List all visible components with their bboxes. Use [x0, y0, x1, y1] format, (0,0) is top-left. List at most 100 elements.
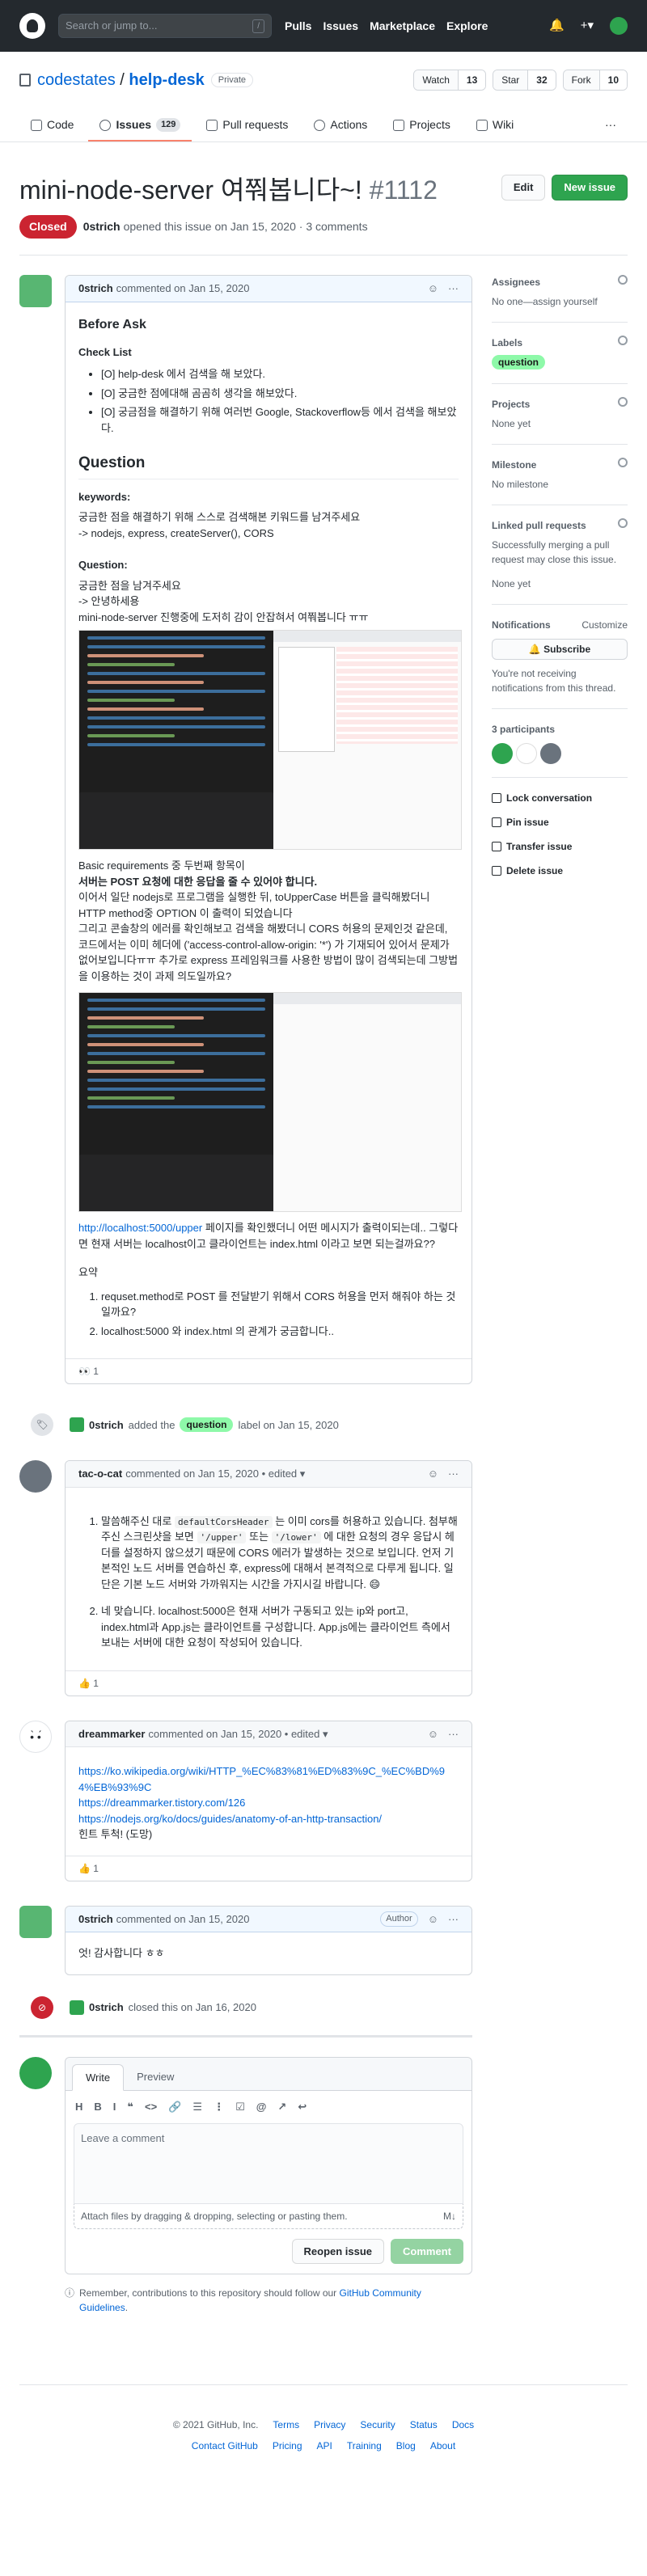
reference-icon[interactable]: ↗ — [277, 2099, 286, 2115]
gear-icon[interactable] — [618, 336, 628, 346]
comment-date[interactable]: commented on Jan 15, 2020 — [116, 281, 250, 297]
assign-yourself-link[interactable]: No one—assign yourself — [492, 294, 628, 309]
kebab-icon[interactable]: ··· — [448, 1726, 459, 1742]
mention-icon[interactable]: @ — [256, 2099, 267, 2115]
comment-author[interactable]: 0strich — [78, 281, 113, 297]
gear-icon[interactable] — [618, 396, 628, 407]
footer-link[interactable]: Blog — [396, 2439, 416, 2453]
avatar[interactable]: •̀ •́ — [19, 1720, 52, 1753]
tab-issues[interactable]: Issues 129 — [88, 110, 192, 141]
bold-icon[interactable]: B — [94, 2099, 101, 2115]
gear-icon[interactable] — [618, 275, 628, 285]
comment-button[interactable]: Comment — [391, 2238, 463, 2265]
footer-link[interactable]: Status — [410, 2418, 438, 2432]
tab-preview[interactable]: Preview — [124, 2064, 187, 2091]
avatar[interactable] — [19, 275, 52, 308]
repo-name[interactable]: help-desk — [129, 68, 204, 92]
tab-code[interactable]: Code — [19, 110, 85, 141]
kebab-icon[interactable]: ··· — [448, 1911, 459, 1928]
heading-icon[interactable]: H — [75, 2099, 82, 2115]
question-label[interactable]: question — [492, 355, 545, 370]
smiley-icon[interactable]: ☺ — [428, 1726, 438, 1742]
fork-count[interactable]: 10 — [598, 70, 627, 90]
comment-textarea[interactable]: Leave a comment — [74, 2122, 463, 2204]
fork-button[interactable]: Fork 10 — [562, 70, 628, 91]
footer-link[interactable]: Privacy — [314, 2418, 345, 2432]
smiley-icon[interactable]: ☺ — [428, 281, 438, 297]
screenshot-image[interactable] — [78, 630, 462, 851]
new-issue-button[interactable]: New issue — [552, 175, 628, 201]
footer-link[interactable]: Training — [347, 2439, 382, 2453]
avatar[interactable] — [19, 2056, 52, 2089]
numbered-list-icon[interactable]: ⋮ — [214, 2099, 224, 2115]
issue-author[interactable]: 0strich — [83, 218, 121, 235]
kebab-icon[interactable]: ··· — [448, 281, 459, 297]
attach-files-hint[interactable]: Attach files by dragging & dropping, sel… — [81, 2209, 348, 2223]
tab-actions[interactable]: Actions — [302, 110, 378, 141]
markdown-icon[interactable]: M↓ — [443, 2209, 456, 2223]
reaction-thumbs-up[interactable]: 👍 1 — [78, 1863, 99, 1874]
tab-wiki[interactable]: Wiki — [465, 110, 525, 141]
watch-button[interactable]: Watch 13 — [413, 70, 487, 91]
avatar[interactable] — [70, 2000, 84, 2015]
comment-author[interactable]: 0strich — [78, 1911, 113, 1928]
event-actor[interactable]: 0strich — [89, 1417, 124, 1434]
nav-explore[interactable]: Explore — [446, 19, 488, 32]
event-actor[interactable]: 0strich — [89, 2000, 124, 2016]
bell-icon[interactable]: 🔔 — [549, 17, 565, 36]
quote-icon[interactable]: ❝ — [127, 2099, 133, 2115]
gear-icon[interactable] — [618, 457, 628, 467]
nodejs-link[interactable]: https://nodejs.org/ko/docs/guides/anatom… — [78, 1813, 382, 1825]
task-list-icon[interactable]: ☑ — [235, 2099, 245, 2115]
comment-date[interactable]: commented on Jan 15, 2020 • edited ▾ — [125, 1466, 305, 1482]
blog-link[interactable]: https://dreammarker.tistory.com/126 — [78, 1797, 245, 1809]
avatar[interactable] — [19, 1905, 52, 1938]
screenshot-image[interactable] — [78, 992, 462, 1213]
nav-pulls[interactable]: Pulls — [285, 19, 311, 32]
footer-link[interactable]: About — [430, 2439, 455, 2453]
code-icon[interactable]: <> — [145, 2099, 157, 2115]
footer-link[interactable]: Docs — [452, 2418, 474, 2432]
avatar[interactable] — [610, 17, 628, 35]
search-input[interactable]: Search or jump to... / — [58, 14, 272, 38]
watch-count[interactable]: 13 — [457, 70, 486, 90]
smiley-icon[interactable]: ☺ — [428, 1911, 438, 1928]
avatar[interactable] — [70, 1417, 84, 1433]
comment-date[interactable]: commented on Jan 15, 2020 — [116, 1911, 250, 1928]
subscribe-button[interactable]: 🔔 Subscribe — [492, 638, 628, 660]
nav-issues[interactable]: Issues — [323, 19, 358, 32]
footer-link[interactable]: Security — [360, 2418, 395, 2432]
gear-icon[interactable] — [618, 517, 628, 528]
footer-link[interactable]: API — [317, 2439, 332, 2453]
plus-icon[interactable]: +▾ — [581, 17, 594, 36]
repo-owner[interactable]: codestates — [37, 68, 116, 92]
comment-author[interactable]: dreammarker — [78, 1726, 145, 1742]
customize-link[interactable]: Customize — [581, 618, 628, 632]
star-count[interactable]: 32 — [527, 70, 556, 90]
footer-link[interactable]: Terms — [273, 2418, 299, 2432]
footer-link[interactable]: Contact GitHub — [192, 2439, 258, 2453]
nav-marketplace[interactable]: Marketplace — [370, 19, 435, 32]
transfer-issue-button[interactable]: Transfer issue — [492, 834, 628, 859]
avatar[interactable] — [492, 742, 513, 764]
avatar[interactable] — [516, 742, 537, 764]
tab-write[interactable]: Write — [72, 2063, 125, 2092]
kebab-icon[interactable]: ··· — [448, 1466, 459, 1482]
tab-projects[interactable]: Projects — [382, 110, 462, 141]
edit-button[interactable]: Edit — [501, 175, 546, 201]
reaction-thumbs-up[interactable]: 👍 1 — [78, 1678, 99, 1689]
smiley-icon[interactable]: ☺ — [428, 1466, 438, 1482]
reply-icon[interactable]: ↩ — [298, 2099, 307, 2115]
bullet-list-icon[interactable]: ☰ — [192, 2099, 202, 2115]
comment-date[interactable]: commented on Jan 15, 2020 • edited ▾ — [148, 1726, 328, 1742]
link-icon[interactable]: 🔗 — [168, 2099, 181, 2115]
localhost-link[interactable]: http://localhost:5000/upper — [78, 1222, 202, 1234]
delete-issue-button[interactable]: Delete issue — [492, 859, 628, 883]
tab-pull-requests[interactable]: Pull requests — [195, 110, 299, 141]
wiki-link[interactable]: https://ko.wikipedia.org/wiki/HTTP_%EC%8… — [78, 1765, 445, 1793]
question-label[interactable]: question — [180, 1417, 234, 1433]
footer-link[interactable]: Pricing — [273, 2439, 302, 2453]
comment-author[interactable]: tac-o-cat — [78, 1466, 122, 1482]
avatar[interactable] — [540, 742, 561, 764]
avatar[interactable] — [19, 1460, 52, 1493]
